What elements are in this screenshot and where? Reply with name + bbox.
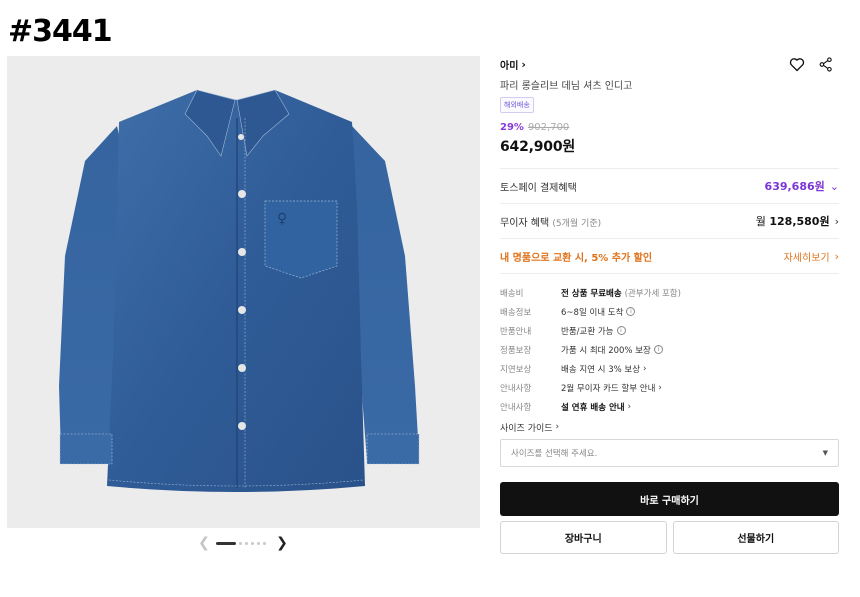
info-row-shipping-fee: 배송비 전 상품 무료배송 (관부가세 포함): [500, 283, 839, 302]
chevron-right-icon: ›: [658, 382, 662, 393]
info-key: 정품보장: [500, 345, 532, 356]
pager-dot[interactable]: [251, 541, 254, 545]
info-row-delivery[interactable]: 배송정보 6~8일 이내 도착 i: [500, 302, 839, 321]
next-image-arrow-icon[interactable]: ❯: [274, 535, 290, 551]
prev-image-arrow-icon[interactable]: ❮: [196, 535, 212, 551]
size-select[interactable]: 사이즈를 선택해 주세요. ▼: [500, 439, 839, 467]
info-icon[interactable]: i: [616, 326, 626, 335]
overlay-id-tag: #3441: [8, 14, 113, 49]
exchange-label: 내 명품으로 교환 시, 5% 추가 할인: [500, 252, 653, 264]
image-pager: ❮ ❯: [196, 535, 290, 551]
pager-dot[interactable]: [257, 541, 260, 545]
chevron-right-icon: ›: [834, 214, 839, 228]
info-key: 배송비: [500, 288, 524, 299]
heart-icon[interactable]: [789, 57, 805, 72]
installment-label: 무이자 혜택: [500, 217, 550, 229]
size-guide-label: 사이즈 가이드: [500, 423, 553, 434]
exchange-detail-link[interactable]: 자세히보기 ›: [784, 249, 839, 264]
info-value: 반품/교환 가능: [561, 326, 614, 337]
pager-dots: [216, 541, 266, 545]
pager-dot[interactable]: [263, 541, 266, 545]
discount-rate: 29%: [500, 122, 524, 133]
pager-dot[interactable]: [239, 541, 242, 545]
info-value: 2월 무이자 카드 할부 안내: [561, 383, 656, 394]
size-select-placeholder: 사이즈를 선택해 주세요.: [511, 449, 598, 459]
chevron-right-icon: ›: [521, 57, 526, 71]
info-value: 가품 시 최대 200% 보장: [561, 345, 651, 356]
installment-sub: (5개월 기준): [552, 218, 602, 229]
brand-link[interactable]: 아미 ›: [500, 57, 526, 72]
overseas-shipping-badge: 해외배송: [500, 97, 534, 113]
toss-benefit-label: 토스페이 결제혜택: [500, 182, 577, 194]
info-row-return[interactable]: 반품안내 반품/교환 가능 i: [500, 321, 839, 340]
installment-prefix: 월: [755, 215, 766, 228]
chevron-right-icon: ›: [555, 422, 560, 432]
product-image[interactable]: ♀: [7, 56, 480, 528]
toss-benefit-row[interactable]: 토스페이 결제혜택 639,686원 ⌄: [500, 168, 839, 203]
installment-price: 128,580원: [769, 215, 830, 228]
info-key: 반품안내: [500, 326, 532, 337]
shipping-info-list: 배송비 전 상품 무료배송 (관부가세 포함) 배송정보 6~8일 이내 도착 i …: [500, 273, 839, 416]
info-row-delay[interactable]: 지연보상 배송 지연 시 3% 보상 ›: [500, 359, 839, 378]
product-name: 파리 롱슬리브 데님 셔츠 인디고: [500, 81, 633, 92]
chevron-down-icon: ⌄: [829, 179, 839, 193]
brand-row: 아미 ›: [500, 56, 839, 72]
brand-name: 아미: [500, 60, 519, 72]
info-row-notice-card[interactable]: 안내사항 2월 무이자 카드 할부 안내 ›: [500, 378, 839, 397]
pager-dot[interactable]: [245, 541, 248, 545]
toss-benefit-price: 639,686원: [764, 180, 825, 193]
svg-text:♀: ♀: [277, 211, 287, 227]
cart-button[interactable]: 장바구니: [500, 521, 667, 554]
info-sub: (관부가세 포함): [624, 288, 681, 299]
original-price: 902,700: [527, 122, 570, 133]
gift-button[interactable]: 선물하기: [672, 521, 839, 554]
info-key: 안내사항: [500, 402, 532, 413]
pager-dot[interactable]: [216, 541, 236, 545]
chevron-right-icon: ›: [627, 401, 632, 412]
sale-price: 642,900원: [500, 139, 576, 155]
size-guide-link[interactable]: 사이즈 가이드 ›: [500, 419, 839, 435]
info-row-authentic[interactable]: 정품보장 가품 시 최대 200% 보장 i: [500, 340, 839, 359]
exchange-row[interactable]: 내 명품으로 교환 시, 5% 추가 할인 자세히보기 ›: [500, 238, 839, 273]
info-value: 6~8일 이내 도착: [561, 307, 624, 318]
product-info-panel: 아미 › 파리 롱슬리브 데님 셔츠 인디고 해외배송 29% 902,700 …: [500, 56, 839, 554]
buy-now-button[interactable]: 바로 구매하기: [500, 482, 839, 516]
chevron-right-icon: ›: [643, 363, 647, 374]
info-value: 설 연휴 배송 안내: [561, 402, 625, 413]
denim-shirt-illustration: ♀: [59, 89, 420, 492]
info-row-notice-holiday[interactable]: 안내사항 설 연휴 배송 안내 ›: [500, 397, 839, 416]
caret-down-icon: ▼: [822, 449, 828, 457]
chevron-right-icon: ›: [834, 249, 839, 263]
share-icon[interactable]: [819, 56, 833, 72]
info-key: 지연보상: [500, 364, 532, 375]
info-icon[interactable]: i: [653, 345, 663, 354]
info-value: 배송 지연 시 3% 보상: [561, 364, 641, 375]
info-value: 전 상품 무료배송: [561, 288, 622, 299]
installment-row[interactable]: 무이자 혜택 (5개월 기준) 월 128,580원 ›: [500, 203, 839, 238]
info-key: 배송정보: [500, 307, 532, 318]
info-key: 안내사항: [500, 383, 532, 394]
info-icon[interactable]: i: [626, 307, 636, 316]
exchange-link-text: 자세히보기: [783, 252, 830, 264]
